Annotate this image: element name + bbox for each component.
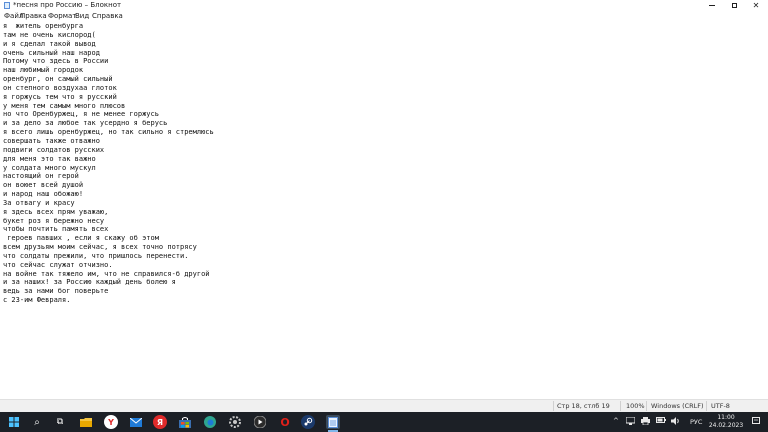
network-icon[interactable] — [625, 416, 636, 428]
menu-view[interactable]: Вид — [75, 12, 89, 20]
steam-button[interactable] — [301, 415, 315, 429]
search-icon: ⌕ — [34, 416, 40, 428]
notepad-icon — [328, 416, 338, 428]
steam-icon — [304, 417, 313, 426]
text-line[interactable]: я здесь всех прям уважаю, — [3, 208, 214, 217]
text-line[interactable]: я житель оренбурга — [3, 22, 214, 31]
yandex-icon: Y — [108, 417, 114, 427]
media-player-button[interactable] — [253, 415, 267, 429]
text-line[interactable]: букет роз я бережно несу — [3, 217, 214, 226]
yandex-button[interactable]: Y — [104, 415, 118, 429]
cursor-position: Стр 18, стлб 19 — [557, 402, 610, 410]
text-line[interactable]: настоящий он герой — [3, 172, 214, 181]
window-title: *песня про Россию – Блокнот — [13, 1, 122, 9]
edge-button[interactable] — [203, 415, 217, 429]
text-line[interactable]: он воюет всей душой — [3, 181, 214, 190]
status-separator — [646, 401, 647, 411]
zoom-level: 100% — [626, 402, 645, 410]
text-line[interactable]: Потому что здесь в России — [3, 57, 214, 66]
clock-date: 24.02.2023 — [708, 422, 744, 429]
close-icon: ✕ — [752, 1, 760, 10]
status-separator — [706, 401, 707, 411]
notepad-taskbar-button[interactable] — [326, 415, 340, 429]
status-separator — [553, 401, 554, 411]
media-player-icon — [254, 416, 266, 428]
text-line[interactable]: чтобы почтить память всех — [3, 225, 214, 234]
text-line[interactable]: у меня тем самым много плюсов — [3, 102, 214, 111]
folder-icon — [80, 418, 92, 427]
opera-icon: O — [280, 415, 290, 429]
text-line[interactable]: оренбург, он самый сильный — [3, 75, 214, 84]
volume-icon[interactable] — [671, 417, 680, 428]
text-line[interactable]: на войне так тяжело им, что не справился… — [3, 270, 214, 279]
text-line[interactable]: и я сделал такой вывод — [3, 40, 214, 49]
text-line[interactable]: что сейчас служат отчизно. — [3, 261, 214, 270]
text-line[interactable]: он степного воздухаа глоток — [3, 84, 214, 93]
store-button[interactable] — [178, 415, 192, 429]
yandex-browser-button[interactable]: Я — [153, 415, 167, 429]
maximize-button[interactable] — [723, 0, 745, 11]
text-line[interactable]: наш любимый городок — [3, 66, 214, 75]
text-line[interactable]: там не очень кислород( — [3, 31, 214, 40]
windows-logo-icon — [9, 417, 19, 427]
notepad-app-icon[interactable] — [4, 2, 10, 9]
tray-overflow-chevron-icon[interactable]: ^ — [613, 417, 619, 426]
notifications-icon[interactable] — [752, 417, 760, 428]
language-indicator[interactable]: РУС — [690, 418, 702, 427]
task-view-button[interactable]: ⧉ — [53, 415, 67, 429]
minimize-icon — [709, 5, 715, 6]
edge-icon — [204, 416, 216, 428]
store-bag-icon — [179, 416, 191, 428]
start-button[interactable] — [7, 415, 21, 429]
line-endings: Windows (CRLF) — [651, 402, 704, 410]
battery-icon[interactable] — [656, 417, 666, 426]
search-button[interactable]: ⌕ — [30, 415, 44, 429]
text-line[interactable]: подвиги солдатов русских — [3, 146, 214, 155]
clock-time: 11:00 — [717, 414, 735, 421]
close-button[interactable]: ✕ — [745, 0, 767, 11]
file-explorer-button[interactable] — [79, 415, 93, 429]
minimize-button[interactable] — [701, 0, 723, 11]
text-line[interactable]: что солдаты прежили, что пришлось перене… — [3, 252, 214, 261]
menu-bar: Файл Правка Формат Вид Справка — [0, 11, 768, 21]
text-line[interactable]: очень сильный наш народ — [3, 49, 214, 58]
yandex-browser-icon: Я — [156, 417, 164, 427]
text-line[interactable]: с 23-им Февраля. — [3, 296, 214, 305]
encoding: UTF-8 — [711, 402, 730, 410]
text-line[interactable]: героев павших , если я скажу об этом — [3, 234, 214, 243]
settings-button[interactable] — [228, 415, 242, 429]
text-line[interactable]: но что Оренбуржец, я не менее горжусь — [3, 110, 214, 119]
text-line[interactable]: я всего лишь оренбуржец, но так сильно я… — [3, 128, 214, 137]
task-view-icon: ⧉ — [56, 417, 64, 427]
status-bar: Стр 18, стлб 19 100% Windows (CRLF) UTF-… — [0, 399, 768, 412]
status-separator — [620, 401, 621, 411]
system-clock[interactable]: 11:00 24.02.2023 — [706, 414, 746, 430]
maximize-icon — [731, 3, 737, 8]
text-line[interactable]: всем друзьям моим сейчас, я всех точно п… — [3, 243, 214, 252]
notepad-window: *песня про Россию – Блокнот ✕ Файл Правк… — [0, 0, 768, 412]
text-line[interactable]: За отвагу и красу — [3, 199, 214, 208]
text-line[interactable]: у солдата много мускул — [3, 164, 214, 173]
mail-button[interactable] — [129, 415, 143, 429]
text-line[interactable]: совершать также отважно — [3, 137, 214, 146]
title-bar[interactable]: *песня про Россию – Блокнот ✕ — [0, 0, 768, 11]
taskbar: ⌕ ⧉ Y Я O ^ РУС 11:00 24.02.2023 — [0, 412, 768, 432]
opera-button[interactable]: O — [278, 415, 292, 429]
menu-format[interactable]: Формат — [48, 12, 76, 20]
menu-edit[interactable]: Правка — [20, 12, 47, 20]
text-line[interactable]: и народ наш обожаю! — [3, 190, 214, 199]
text-line[interactable]: и за наших! за Россию каждый день болею … — [3, 278, 214, 287]
menu-help[interactable]: Справка — [92, 12, 123, 20]
text-line[interactable]: ведь за нами бог поверьте — [3, 287, 214, 296]
text-line[interactable]: для меня это так важно — [3, 155, 214, 164]
printer-icon[interactable] — [641, 417, 650, 428]
gear-icon — [229, 416, 241, 428]
text-line[interactable]: и за дело за любое так усердно я берусь — [3, 119, 214, 128]
text-line[interactable]: я горжусь тем что я русский — [3, 93, 214, 102]
mail-icon — [130, 417, 142, 427]
document-text[interactable]: я житель оренбурга там не очень кислород(… — [3, 22, 214, 305]
text-editor-area[interactable]: я житель оренбурга там не очень кислород(… — [0, 21, 768, 398]
